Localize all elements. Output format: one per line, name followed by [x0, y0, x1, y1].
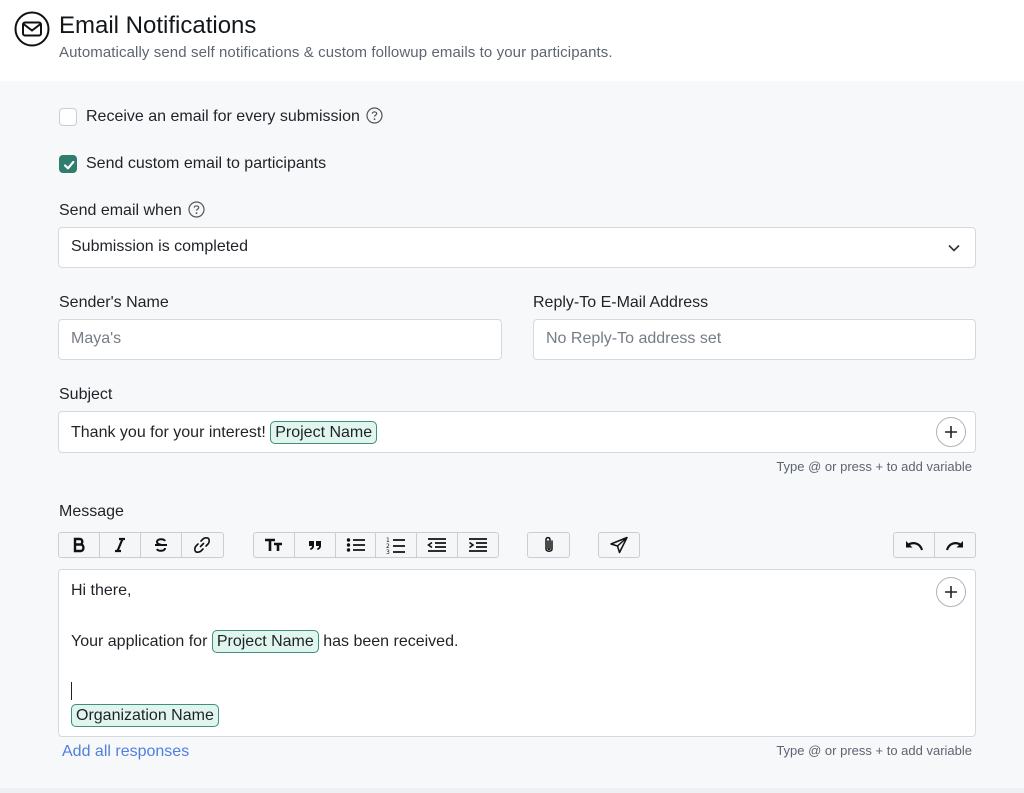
toolbar-block-group: 123 — [253, 532, 499, 558]
subject-label: Subject — [59, 386, 113, 403]
panel-divider — [0, 788, 1024, 793]
subject-input[interactable]: Thank you for your interest! Project Nam… — [58, 411, 976, 453]
toolbar-attach-group — [527, 532, 570, 558]
send-custom-label: Send custom email to participants — [86, 155, 327, 172]
add-all-responses-link[interactable]: Add all responses — [62, 743, 189, 761]
page-header: Email Notifications Automatically send s… — [0, 0, 1024, 81]
bullet-list-button[interactable] — [336, 533, 377, 557]
send-when-value: Submission is completed — [71, 238, 248, 255]
redo-icon — [945, 541, 963, 551]
message-signature: Organization Name — [71, 704, 219, 727]
link-button[interactable] — [182, 533, 222, 557]
receive-every-label: Receive an email for every submission — [86, 107, 383, 126]
bold-icon — [73, 537, 85, 553]
message-line-body: Your application for Project Name has be… — [71, 630, 458, 653]
text-size-button[interactable] — [254, 533, 295, 557]
receive-every-checkbox[interactable] — [59, 108, 77, 126]
message-hint: Type @ or press + to add variable — [776, 743, 972, 758]
variable-chip-project-name[interactable]: Project Name — [211, 630, 319, 653]
message-body-suffix: has been received. — [323, 633, 459, 650]
toolbar-send-group — [598, 532, 640, 558]
text-size-icon — [264, 538, 282, 551]
plus-icon — [945, 586, 957, 598]
quote-button[interactable] — [295, 533, 336, 557]
variable-chip-project-name[interactable]: Project Name — [270, 421, 378, 444]
send-test-button[interactable] — [599, 533, 639, 557]
italic-icon — [115, 537, 125, 553]
message-label: Message — [59, 503, 124, 520]
undo-icon — [906, 541, 924, 551]
help-icon[interactable] — [188, 201, 205, 218]
sender-name-input[interactable]: Maya's — [58, 319, 502, 360]
text-cursor — [71, 682, 72, 700]
send-custom-checkbox[interactable] — [59, 155, 77, 173]
sender-name-label: Sender's Name — [59, 294, 169, 311]
send-when-select[interactable]: Submission is completed — [58, 227, 976, 268]
bullet-list-icon — [346, 538, 365, 552]
variable-chip-organization-name[interactable]: Organization Name — [71, 704, 219, 727]
reply-to-input[interactable]: No Reply-To address set — [533, 319, 976, 360]
send-when-label: Send email when — [59, 201, 205, 220]
indent-icon — [469, 538, 488, 552]
subject-text-line: Thank you for your interest! Project Nam… — [71, 421, 378, 444]
plus-icon — [945, 426, 957, 438]
redo-button[interactable] — [935, 533, 975, 557]
toolbar-format-group — [58, 532, 224, 558]
message-editor[interactable]: Hi there, Your application for Project N… — [58, 569, 976, 737]
envelope-icon — [14, 11, 50, 47]
chevron-down-icon — [948, 244, 960, 252]
outdent-icon — [427, 538, 447, 552]
strikethrough-icon — [155, 538, 167, 552]
checkmark-icon — [63, 160, 75, 170]
svg-text:3: 3 — [386, 549, 390, 554]
indent-button[interactable] — [458, 533, 498, 557]
page-title: Email Notifications — [59, 12, 257, 39]
attachment-icon — [544, 536, 553, 552]
strikethrough-button[interactable] — [141, 533, 182, 557]
numbered-list-button[interactable]: 123 — [376, 533, 418, 557]
message-body-prefix: Your application for — [71, 633, 208, 650]
numbered-list-icon: 123 — [386, 537, 406, 554]
page-subtitle: Automatically send self notifications & … — [59, 44, 613, 61]
attachment-button[interactable] — [528, 533, 569, 557]
send-icon — [610, 536, 628, 554]
undo-button[interactable] — [894, 533, 935, 557]
subject-hint: Type @ or press + to add variable — [776, 459, 972, 474]
bold-button[interactable] — [59, 533, 100, 557]
sender-name-placeholder: Maya's — [71, 330, 122, 347]
toolbar-history-group — [893, 532, 976, 558]
reply-to-placeholder: No Reply-To address set — [546, 330, 722, 347]
italic-button[interactable] — [100, 533, 141, 557]
help-icon[interactable] — [366, 107, 383, 124]
quote-icon — [308, 541, 321, 550]
outdent-button[interactable] — [417, 533, 459, 557]
add-variable-button[interactable] — [936, 417, 966, 447]
add-variable-button[interactable] — [936, 577, 966, 607]
subject-text: Thank you for your interest! — [71, 424, 266, 441]
message-line-greeting: Hi there, — [71, 582, 132, 599]
link-icon — [194, 537, 210, 553]
reply-to-label: Reply-To E-Mail Address — [533, 294, 709, 311]
